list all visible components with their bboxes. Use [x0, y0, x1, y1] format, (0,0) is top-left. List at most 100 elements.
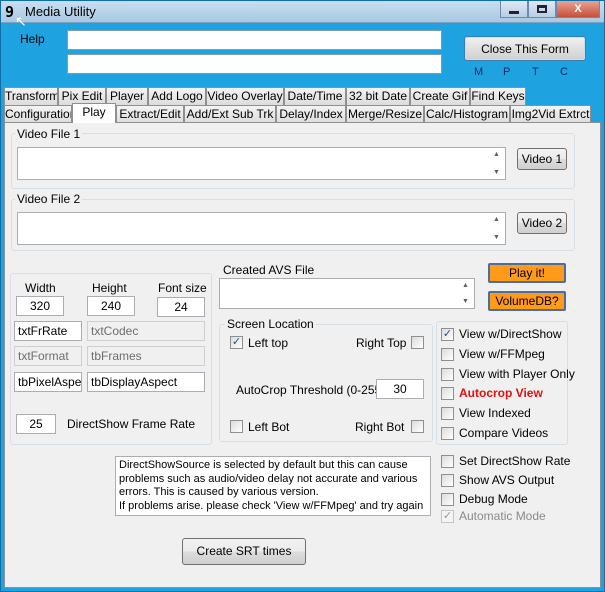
- option-label: Debug Mode: [459, 492, 528, 506]
- close-window-button[interactable]: X: [556, 1, 600, 18]
- t-label[interactable]: T: [532, 66, 539, 78]
- close-form-button[interactable]: Close This Form: [464, 36, 586, 61]
- view-option-label: View w/DirectShow: [459, 327, 562, 341]
- tb-pixel-aspect-field[interactable]: tbPixelAspec: [14, 372, 82, 392]
- tab-date-time[interactable]: Date/Time: [284, 87, 346, 105]
- tab-img2vid-extrct[interactable]: Img2Vid Extrct: [510, 105, 591, 123]
- tab-calc-histogram[interactable]: Calc/Histogram: [424, 105, 510, 123]
- note-line: problems such as audio/video delay not a…: [119, 472, 418, 485]
- window-controls: X: [500, 1, 600, 19]
- left-bot-checkbox[interactable]: [230, 420, 243, 433]
- option-checkbox[interactable]: [441, 474, 454, 487]
- view-option-checkbox[interactable]: [441, 347, 454, 361]
- left-top-label: Left top: [248, 336, 289, 350]
- checkmark-icon: ✓: [231, 336, 242, 348]
- right-bot-label: Right Bot: [355, 420, 405, 434]
- top-input-2[interactable]: [67, 54, 442, 74]
- right-top-checkbox[interactable]: [411, 336, 424, 349]
- video-file-1-input[interactable]: ▲ ▼: [17, 147, 506, 180]
- video-2-button[interactable]: Video 2: [517, 212, 567, 234]
- txt-fr-rate-field[interactable]: txtFrRate: [14, 321, 82, 341]
- view-option-label: View Indexed: [459, 406, 531, 421]
- video-file-1-label: Video File 1: [15, 127, 83, 141]
- top-input-1[interactable]: [67, 30, 442, 50]
- note-line: If problems arise. please check 'View w/…: [119, 499, 424, 512]
- checkmark-icon: ✓: [442, 328, 453, 340]
- create-srt-button[interactable]: Create SRT times: [182, 538, 306, 565]
- app-window: 9 Media Utility X ↖ Help Close This Form…: [0, 0, 605, 592]
- right-bot-checkbox[interactable]: [411, 420, 424, 433]
- option-checkbox: ✓: [441, 510, 454, 523]
- tb-frames-field: tbFrames: [87, 346, 205, 366]
- view-option-checkbox[interactable]: [441, 387, 454, 401]
- p-label[interactable]: P: [503, 66, 510, 78]
- video-file-2-input[interactable]: ▲ ▼: [17, 212, 506, 245]
- c-label[interactable]: C: [560, 66, 568, 78]
- view-option-checkbox[interactable]: [441, 407, 454, 421]
- tab-add-ext-sub-trk[interactable]: Add/Ext Sub Trk: [184, 105, 276, 123]
- video-file-2-label: Video File 2: [15, 192, 83, 206]
- scroll-down-icon[interactable]: ▼: [462, 298, 469, 305]
- view-option-label: Compare Videos: [459, 426, 549, 440]
- tab-play[interactable]: Play: [72, 103, 116, 123]
- option-checkbox[interactable]: [441, 493, 454, 506]
- scroll-down-icon[interactable]: ▼: [493, 169, 500, 176]
- created-avs-input[interactable]: ▲ ▼: [219, 278, 475, 309]
- video-1-button[interactable]: Video 1: [517, 148, 567, 170]
- tab-32-bit-date[interactable]: 32 bit Date: [346, 87, 410, 105]
- left-top-checkbox[interactable]: ✓: [230, 336, 243, 349]
- right-top-label: Right Top: [356, 336, 407, 350]
- tab-video-overlay[interactable]: Video Overlay: [206, 87, 284, 105]
- autocrop-threshold-input[interactable]: 30: [376, 379, 424, 399]
- height-input[interactable]: 240: [87, 296, 135, 316]
- tab-find-keys[interactable]: Find Keys: [470, 87, 526, 105]
- menu-help[interactable]: Help: [20, 32, 45, 46]
- scroll-up-icon[interactable]: ▲: [493, 151, 500, 158]
- txt-format-field: txtFormat: [14, 346, 82, 366]
- width-label: Width: [25, 281, 56, 295]
- note-line: errors. This is caused by various versio…: [119, 486, 319, 498]
- view-option-checkbox[interactable]: [441, 427, 454, 440]
- scroll-up-icon[interactable]: ▲: [493, 216, 500, 223]
- view-option-label: View w/FFMpeg: [459, 346, 545, 361]
- view-option-label: View with Player Only: [459, 366, 575, 381]
- scroll-up-icon[interactable]: ▲: [462, 282, 469, 289]
- window-title: Media Utility: [25, 4, 96, 19]
- m-label[interactable]: M: [474, 66, 483, 78]
- title-bar[interactable]: 9 Media Utility X: [1, 1, 604, 23]
- font-size-input[interactable]: 24: [157, 297, 205, 317]
- avs-scrollbar[interactable]: ▲ ▼: [457, 279, 474, 308]
- note-line: DirectShowSource is selected by default …: [119, 459, 408, 471]
- width-input[interactable]: 320: [16, 296, 64, 316]
- minimize-button[interactable]: [500, 1, 528, 18]
- font-size-label: Font size: [158, 281, 207, 295]
- tab-add-logo[interactable]: Add Logo: [148, 87, 206, 105]
- tab-create-gif[interactable]: Create Gif: [410, 87, 470, 105]
- created-avs-label: Created AVS File: [223, 263, 315, 277]
- info-note-box: DirectShowSource is selected by default …: [115, 456, 431, 516]
- tab-transform[interactable]: Transform: [4, 87, 58, 105]
- tab-extract-edit[interactable]: Extract/Edit: [116, 105, 184, 123]
- height-label: Height: [92, 281, 127, 295]
- minimize-icon: [509, 10, 519, 14]
- checkmark-icon: ✓: [442, 510, 453, 522]
- video-file-2-scrollbar[interactable]: ▲ ▼: [488, 213, 505, 244]
- play-it-button[interactable]: Play it!: [488, 263, 566, 283]
- option-label: Automatic Mode: [459, 509, 546, 523]
- tab-merge-resize[interactable]: Merge/Resize: [346, 105, 424, 123]
- view-option-label: Autocrop View: [459, 386, 543, 401]
- tb-display-aspect-field[interactable]: tbDisplayAspect: [87, 372, 205, 392]
- volume-db-button[interactable]: VolumeDB?: [488, 291, 566, 311]
- mouse-cursor-icon: ↖: [15, 13, 27, 29]
- tab-configuration[interactable]: Configuration: [4, 105, 72, 123]
- view-option-checkbox[interactable]: [441, 367, 454, 381]
- scroll-down-icon[interactable]: ▼: [493, 234, 500, 241]
- video-file-1-scrollbar[interactable]: ▲ ▼: [488, 148, 505, 179]
- frame-rate-input[interactable]: 25: [16, 414, 56, 434]
- option-checkbox[interactable]: [441, 455, 454, 468]
- maximize-button[interactable]: [528, 1, 556, 18]
- tab-delay-index[interactable]: Delay/Index: [276, 105, 346, 123]
- view-option-checkbox[interactable]: ✓: [441, 328, 454, 341]
- left-bot-label: Left Bot: [248, 420, 290, 434]
- frame-rate-label: DirectShow Frame Rate: [67, 417, 196, 431]
